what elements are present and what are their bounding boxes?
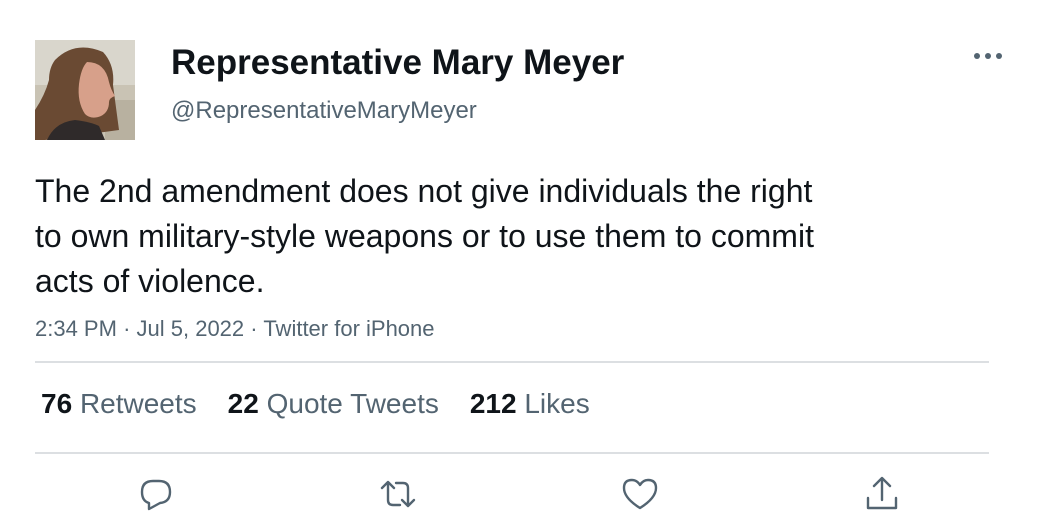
more-icon-dot — [974, 53, 980, 59]
retweets-count: 76 — [41, 388, 73, 419]
author-display-name[interactable]: Representative Mary Meyer — [171, 42, 624, 84]
more-options-button[interactable] — [968, 40, 1008, 72]
more-icon-dot — [985, 53, 991, 59]
tweet-text-line: to own military-style weapons or to use … — [35, 218, 814, 254]
engagement-stats: 76 Retweets 22 Quote Tweets 212 Likes — [41, 386, 621, 422]
likes-count: 212 — [469, 388, 517, 419]
retweets-stat[interactable]: 76 Retweets — [41, 386, 197, 422]
author-handle[interactable]: @RepresentativeMaryMeyer — [171, 96, 477, 126]
share-icon — [866, 476, 898, 510]
more-icon-dot — [996, 53, 1002, 59]
meta-separator: · — [123, 316, 131, 341]
tweet-text-line: acts of violence. — [35, 263, 265, 299]
tweet-source[interactable]: Twitter for iPhone — [263, 316, 434, 341]
share-button[interactable] — [862, 474, 902, 514]
divider — [35, 452, 989, 454]
meta-separator: · — [250, 316, 258, 341]
reply-button[interactable] — [136, 474, 176, 514]
tweet-date[interactable]: Jul 5, 2022 — [137, 316, 245, 341]
quote-tweets-stat[interactable]: 22 Quote Tweets — [228, 386, 439, 422]
like-button[interactable] — [620, 474, 660, 514]
retweet-icon — [380, 480, 416, 508]
retweets-label: Retweets — [79, 388, 197, 419]
tweet-meta: 2:34 PM · Jul 5, 2022 · Twitter for iPho… — [35, 314, 435, 344]
heart-icon — [622, 478, 658, 510]
likes-stat[interactable]: 212 Likes — [470, 386, 590, 422]
quote-tweets-count: 22 — [227, 388, 259, 419]
tweet-text-line: The 2nd amendment does not give individu… — [35, 173, 813, 209]
reply-icon — [140, 479, 172, 511]
quote-tweets-label: Quote Tweets — [266, 388, 439, 419]
avatar-photo — [35, 40, 135, 140]
tweet-text: The 2nd amendment does not give individu… — [35, 169, 935, 304]
tweet-time[interactable]: 2:34 PM — [35, 316, 117, 341]
avatar[interactable] — [35, 40, 135, 140]
divider — [35, 361, 989, 363]
likes-label: Likes — [524, 388, 590, 419]
retweet-button[interactable] — [378, 474, 418, 514]
